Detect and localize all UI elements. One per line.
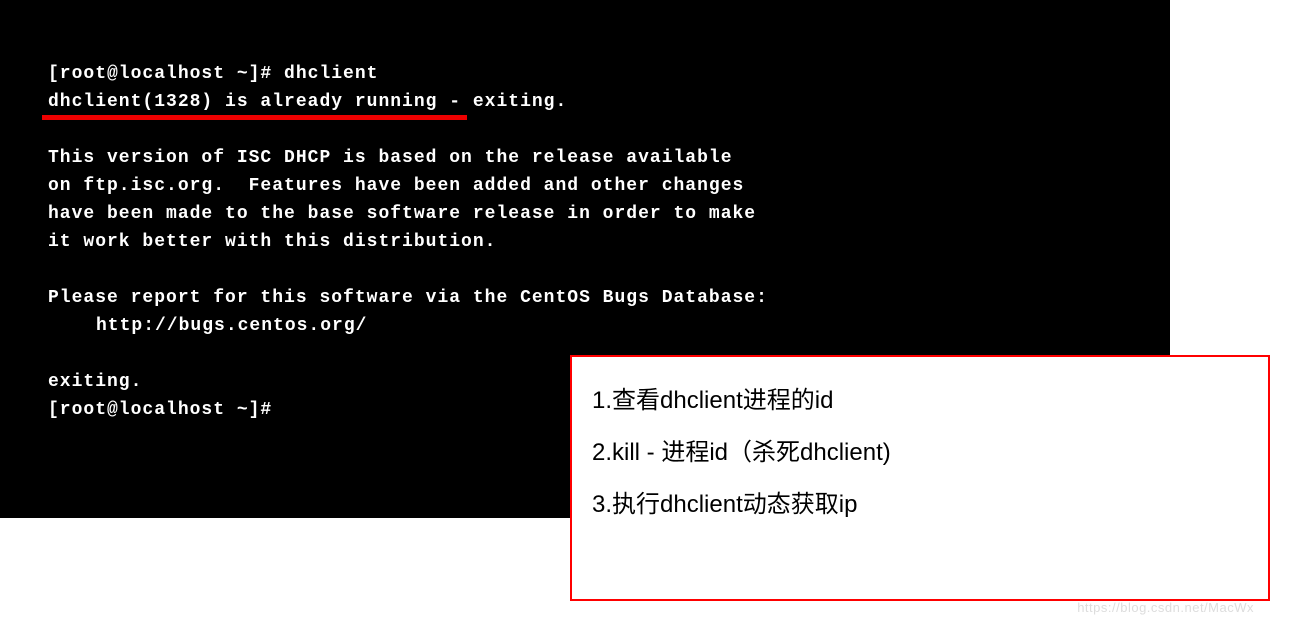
- blank-line: [48, 256, 1122, 284]
- blank-line: [48, 116, 1122, 144]
- terminal-output-line: have been made to the base software rele…: [48, 200, 1122, 228]
- terminal-output-url: http://bugs.centos.org/: [96, 312, 1122, 340]
- red-underline-annotation: [42, 115, 467, 120]
- watermark-text: https://blog.csdn.net/MacWx: [1077, 600, 1254, 615]
- terminal-output-line: Please report for this software via the …: [48, 284, 1122, 312]
- terminal-output-line: it work better with this distribution.: [48, 228, 1122, 256]
- terminal-output-line: on ftp.isc.org. Features have been added…: [48, 172, 1122, 200]
- annotation-note-box: 1.查看dhclient进程的id 2.kill - 进程id（杀死dhclie…: [570, 355, 1270, 601]
- note-item: 1.查看dhclient进程的id: [592, 375, 1248, 427]
- terminal-output-line: This version of ISC DHCP is based on the…: [48, 144, 1122, 172]
- terminal-prompt-line: [root@localhost ~]# dhclient: [48, 60, 1122, 88]
- terminal-output-line: dhclient(1328) is already running - exit…: [48, 88, 1122, 116]
- note-item: 3.执行dhclient动态获取ip: [592, 479, 1248, 531]
- note-item: 2.kill - 进程id（杀死dhclient): [592, 427, 1248, 479]
